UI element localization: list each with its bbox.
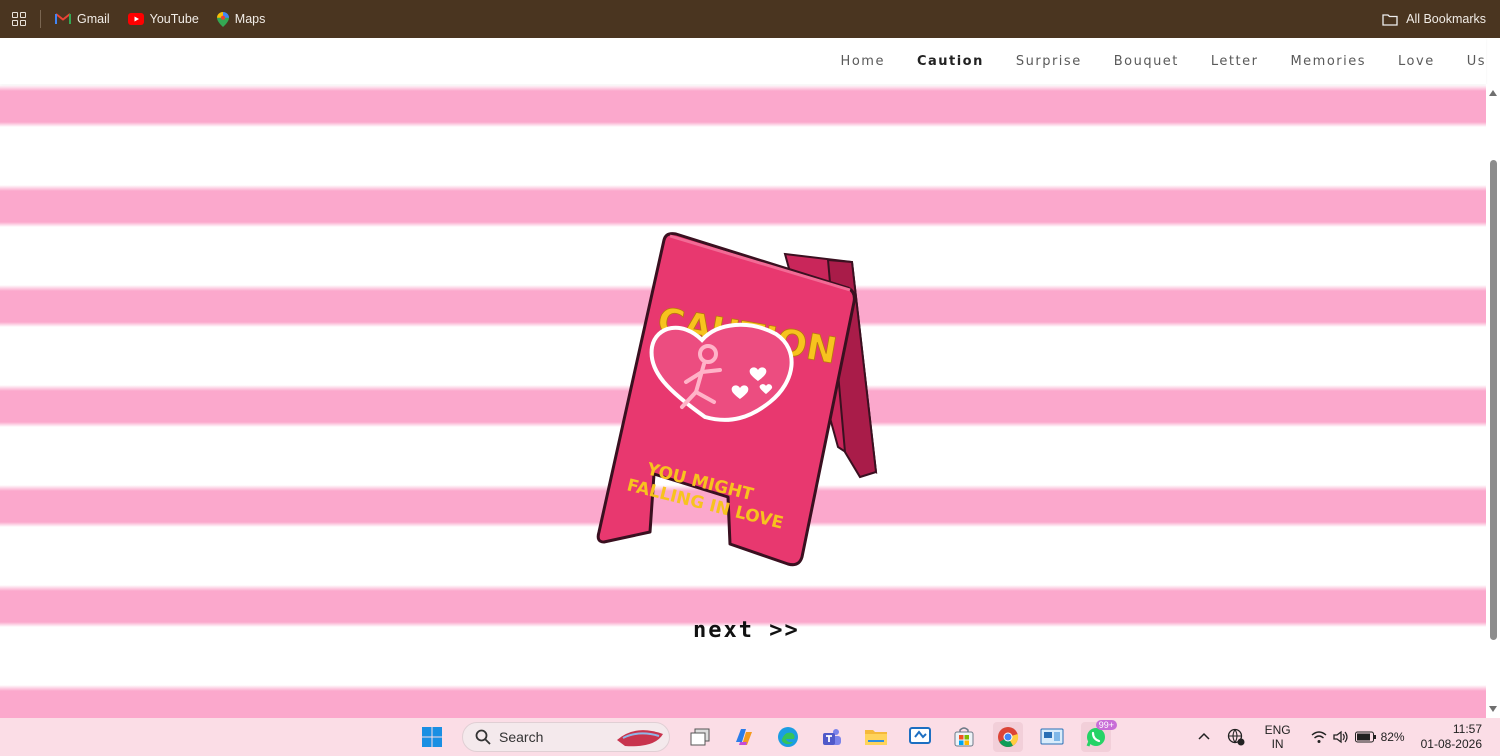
remote-app-button[interactable] [905,722,935,752]
nav-memories[interactable]: Memories [1290,54,1366,69]
maps-icon [216,11,229,27]
scroll-up-arrow-icon[interactable] [1489,90,1497,96]
network-globe-icon[interactable] [1227,728,1245,746]
clock-time: 11:57 [1452,722,1482,736]
bookmark-maps[interactable]: Maps [216,11,266,27]
whatsapp-badge: 99+ [1095,720,1117,730]
nav-bouquet[interactable]: Bouquet [1114,54,1179,69]
apps-grid-icon[interactable] [12,12,26,26]
search-icon [475,729,491,745]
chevron-up-icon[interactable] [1197,730,1211,744]
control-panel-button[interactable] [1037,722,1067,752]
nav-letter[interactable]: Letter [1211,54,1259,69]
search-highlight-icon [617,730,663,747]
caution-sign-graphic: CAUTION YOU MIGHT FALLING IN LOVE [596,232,878,567]
nav-surprise[interactable]: Surprise [1016,54,1082,69]
system-tray: ENG IN 82% 11:57 01-08-2026 [1197,718,1500,756]
caution-sign-illustration: CAUTION YOU MIGHT FALLING IN LOVE [590,192,890,577]
folder-icon [1382,13,1398,26]
store-icon [954,727,974,747]
nav-love[interactable]: Love [1398,54,1435,69]
nav-home[interactable]: Home [841,54,885,69]
chrome-button[interactable] [993,722,1023,752]
all-bookmarks-label: All Bookmarks [1406,12,1486,26]
taskbar: Search 99+ ENG IN 82% 11:57 01-08-2026 [0,718,1500,756]
clock[interactable]: 11:57 01-08-2026 [1421,722,1482,752]
gmail-icon [55,13,71,24]
copilot-button[interactable] [729,722,759,752]
all-bookmarks-button[interactable]: All Bookmarks [1382,0,1486,38]
battery-percent: 82% [1380,730,1405,744]
start-button[interactable] [417,722,447,752]
page-scrollbar[interactable] [1486,84,1500,718]
remote-desktop-icon [909,727,931,744]
scroll-down-arrow-icon[interactable] [1489,706,1497,712]
bookmark-gmail-label: Gmail [77,12,110,26]
nav-us[interactable]: Us [1467,54,1486,69]
store-button[interactable] [949,722,979,752]
folder-icon [865,730,887,745]
file-explorer-button[interactable] [861,722,891,752]
whatsapp-button[interactable]: 99+ [1081,720,1117,752]
task-view-button[interactable] [685,722,715,752]
battery-icon[interactable] [1354,731,1377,743]
taskbar-search[interactable]: Search [462,722,670,752]
windows-logo-icon [422,727,442,747]
page-viewport: Home Caution Surprise Bouquet Letter Mem… [0,38,1500,718]
site-navbar: Home Caution Surprise Bouquet Letter Mem… [0,38,1486,84]
copilot-icon [736,729,752,745]
chrome-icon [998,727,1019,748]
bookmark-gmail[interactable]: Gmail [55,12,110,26]
language-region: IN [1271,737,1284,751]
control-panel-icon [1040,728,1064,745]
scroll-thumb[interactable] [1490,160,1497,640]
teams-icon [823,729,841,745]
clock-date: 01-08-2026 [1420,737,1482,751]
task-view-icon [690,728,710,746]
bookmark-youtube[interactable]: YouTube [127,12,199,26]
wifi-icon[interactable] [1311,730,1327,744]
language-indicator[interactable]: ENG IN [1265,723,1291,751]
language-code: ENG [1264,723,1291,737]
bookmarks-divider [40,10,41,28]
volume-icon[interactable] [1332,730,1349,744]
bookmark-youtube-label: YouTube [149,12,199,26]
edge-button[interactable] [773,722,803,752]
nav-caution[interactable]: Caution [917,54,984,69]
taskbar-search-label: Search [499,729,544,745]
bookmarks-bar: Gmail YouTube Maps All Bookmarks [0,0,1500,38]
bookmark-maps-label: Maps [234,12,266,26]
edge-icon [778,727,798,747]
youtube-icon [127,13,144,25]
teams-button[interactable] [817,722,847,752]
next-link[interactable]: next >> [693,618,800,643]
